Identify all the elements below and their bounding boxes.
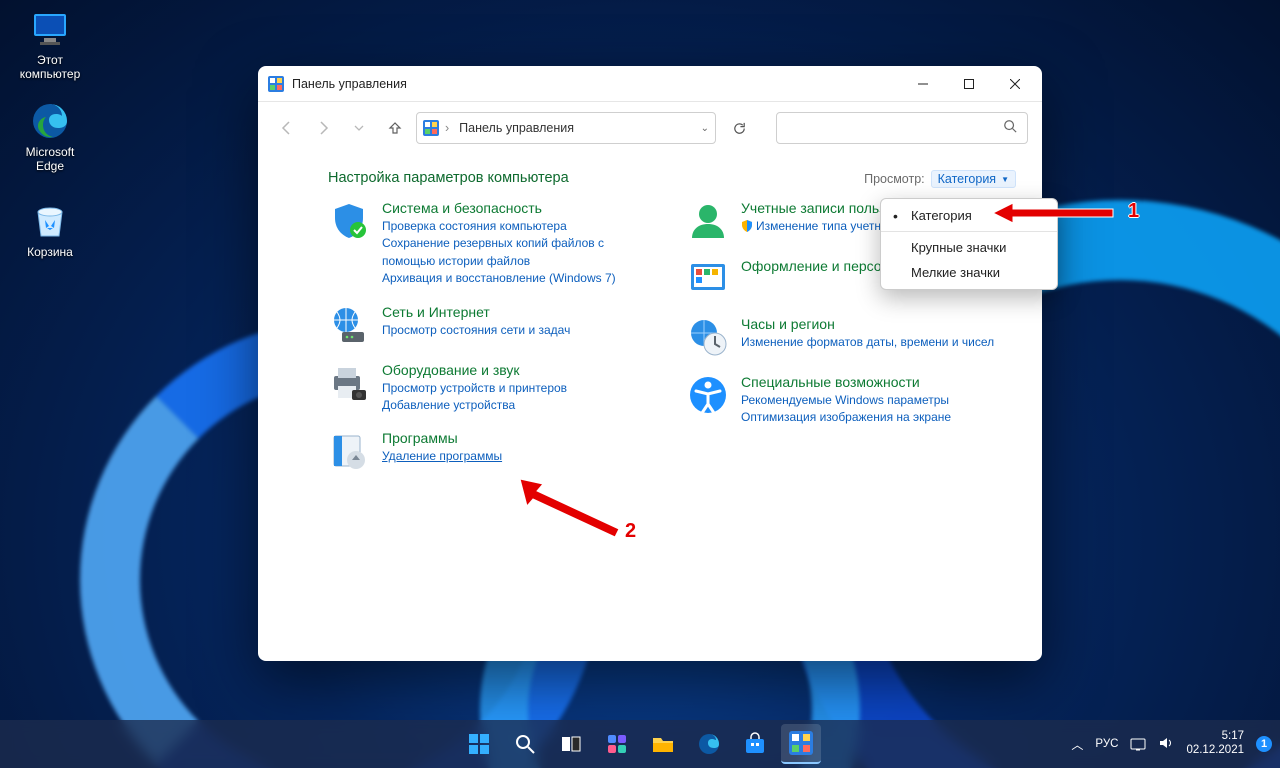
- user-icon: [687, 200, 729, 242]
- back-button[interactable]: [272, 113, 302, 143]
- search-icon: [1003, 119, 1017, 138]
- system-tray: ︿ РУС 5:17 02.12.2021 1: [1071, 730, 1272, 758]
- breadcrumb-sep: ›: [445, 121, 449, 135]
- taskbar-center: [459, 724, 821, 764]
- desktop-icon-this-pc[interactable]: Этот компьютер: [12, 8, 88, 81]
- monitor-icon: [29, 8, 71, 50]
- control-panel-window: Панель управления › Панель управления ⌄: [258, 66, 1042, 661]
- category-title[interactable]: Программы: [382, 430, 458, 446]
- category-system-security: Система и безопасность Проверка состояни…: [328, 200, 657, 288]
- search-box[interactable]: [776, 112, 1028, 144]
- taskbar-clock[interactable]: 5:17 02.12.2021: [1186, 730, 1244, 758]
- category-programs: Программы Удаление программы: [328, 430, 657, 472]
- window-title: Панель управления: [292, 77, 900, 91]
- address-bar[interactable]: › Панель управления ⌄: [416, 112, 716, 144]
- control-panel-taskbar[interactable]: [781, 724, 821, 764]
- category-title[interactable]: Оборудование и звук: [382, 362, 520, 378]
- edge-taskbar[interactable]: [689, 724, 729, 764]
- globe-icon: [328, 304, 370, 346]
- desktop-icon-label: Microsoft Edge: [12, 145, 88, 173]
- search-input[interactable]: [787, 121, 1003, 135]
- view-by-label: Просмотр:: [864, 172, 925, 186]
- view-by-menu: Категория Крупные значки Мелкие значки: [880, 198, 1058, 290]
- nav-row: › Панель управления ⌄: [258, 102, 1042, 154]
- appearance-icon: [687, 258, 729, 300]
- category-title[interactable]: Часы и регион: [741, 316, 835, 332]
- category-sub[interactable]: Просмотр устройств и принтеров: [382, 380, 657, 397]
- category-sub[interactable]: Добавление устройства: [382, 397, 657, 414]
- taskbar: ︿ РУС 5:17 02.12.2021 1: [0, 720, 1280, 768]
- forward-button[interactable]: [308, 113, 338, 143]
- menu-item-large-icons[interactable]: Крупные значки: [881, 235, 1057, 260]
- minimize-button[interactable]: [900, 66, 946, 102]
- up-button[interactable]: [380, 113, 410, 143]
- task-view[interactable]: [551, 724, 591, 764]
- category-accessibility: Специальные возможности Рекомендуемые Wi…: [687, 374, 1016, 427]
- categories-left: Система и безопасность Проверка состояни…: [328, 200, 657, 472]
- shield-icon: [328, 200, 370, 242]
- network-icon[interactable]: [1130, 735, 1146, 754]
- notification-badge[interactable]: 1: [1256, 736, 1272, 752]
- clock-time: 5:17: [1186, 730, 1244, 744]
- refresh-button[interactable]: [724, 113, 754, 143]
- clock-icon: [687, 316, 729, 358]
- file-explorer[interactable]: [643, 724, 683, 764]
- category-hardware: Оборудование и звук Просмотр устройств и…: [328, 362, 657, 415]
- control-panel-icon: [268, 76, 284, 92]
- programs-icon: [328, 430, 370, 472]
- menu-separator: [881, 231, 1057, 232]
- category-sub[interactable]: Рекомендуемые Windows параметры: [741, 392, 1016, 409]
- desktop-icon-edge[interactable]: Microsoft Edge: [12, 100, 88, 173]
- desktop-icon-recycle-bin[interactable]: Корзина: [12, 200, 88, 259]
- chevron-down-icon: ▼: [1001, 175, 1009, 184]
- category-sub[interactable]: Удаление программы: [382, 448, 657, 465]
- category-sub[interactable]: Архивация и восстановление (Windows 7): [382, 270, 657, 287]
- volume-icon[interactable]: [1158, 735, 1174, 754]
- category-sub[interactable]: Оптимизация изображения на экране: [741, 409, 1016, 426]
- tray-overflow[interactable]: ︿: [1071, 736, 1083, 753]
- view-by: Просмотр: Категория ▼: [864, 170, 1016, 188]
- chevron-down-icon[interactable]: ⌄: [701, 123, 709, 134]
- edge-icon: [29, 100, 71, 142]
- category-title[interactable]: Специальные возможности: [741, 374, 920, 390]
- category-sub[interactable]: Изменение форматов даты, времени и чисел: [741, 334, 1016, 351]
- titlebar: Панель управления: [258, 66, 1042, 102]
- uac-shield-icon: [741, 220, 753, 237]
- maximize-button[interactable]: [946, 66, 992, 102]
- category-title[interactable]: Система и безопасность: [382, 200, 542, 216]
- taskbar-search[interactable]: [505, 724, 545, 764]
- recycle-bin-icon: [29, 200, 71, 242]
- language-indicator[interactable]: РУС: [1095, 738, 1118, 750]
- menu-item-small-icons[interactable]: Мелкие значки: [881, 260, 1057, 285]
- desktop-icon-label: Этот компьютер: [12, 53, 88, 81]
- accessibility-icon: [687, 374, 729, 416]
- start-button[interactable]: [459, 724, 499, 764]
- view-by-dropdown[interactable]: Категория ▼: [931, 170, 1016, 188]
- category-clock-region: Часы и регион Изменение форматов даты, в…: [687, 316, 1016, 358]
- category-sub[interactable]: Проверка состояния компьютера: [382, 218, 657, 235]
- category-title[interactable]: Сеть и Интернет: [382, 304, 490, 320]
- control-panel-icon: [423, 120, 439, 136]
- desktop-icon-label: Корзина: [12, 245, 88, 259]
- clock-date: 02.12.2021: [1186, 744, 1244, 758]
- printer-icon: [328, 362, 370, 404]
- breadcrumb[interactable]: Панель управления: [455, 119, 578, 137]
- category-sub[interactable]: Просмотр состояния сети и задач: [382, 322, 657, 339]
- recent-locations-button[interactable]: [344, 113, 374, 143]
- view-by-value: Категория: [938, 172, 996, 186]
- category-network: Сеть и Интернет Просмотр состояния сети …: [328, 304, 657, 346]
- close-button[interactable]: [992, 66, 1038, 102]
- menu-item-category[interactable]: Категория: [881, 203, 1057, 228]
- category-sub[interactable]: Сохранение резервных копий файлов с помо…: [382, 235, 657, 270]
- widgets[interactable]: [597, 724, 637, 764]
- store[interactable]: [735, 724, 775, 764]
